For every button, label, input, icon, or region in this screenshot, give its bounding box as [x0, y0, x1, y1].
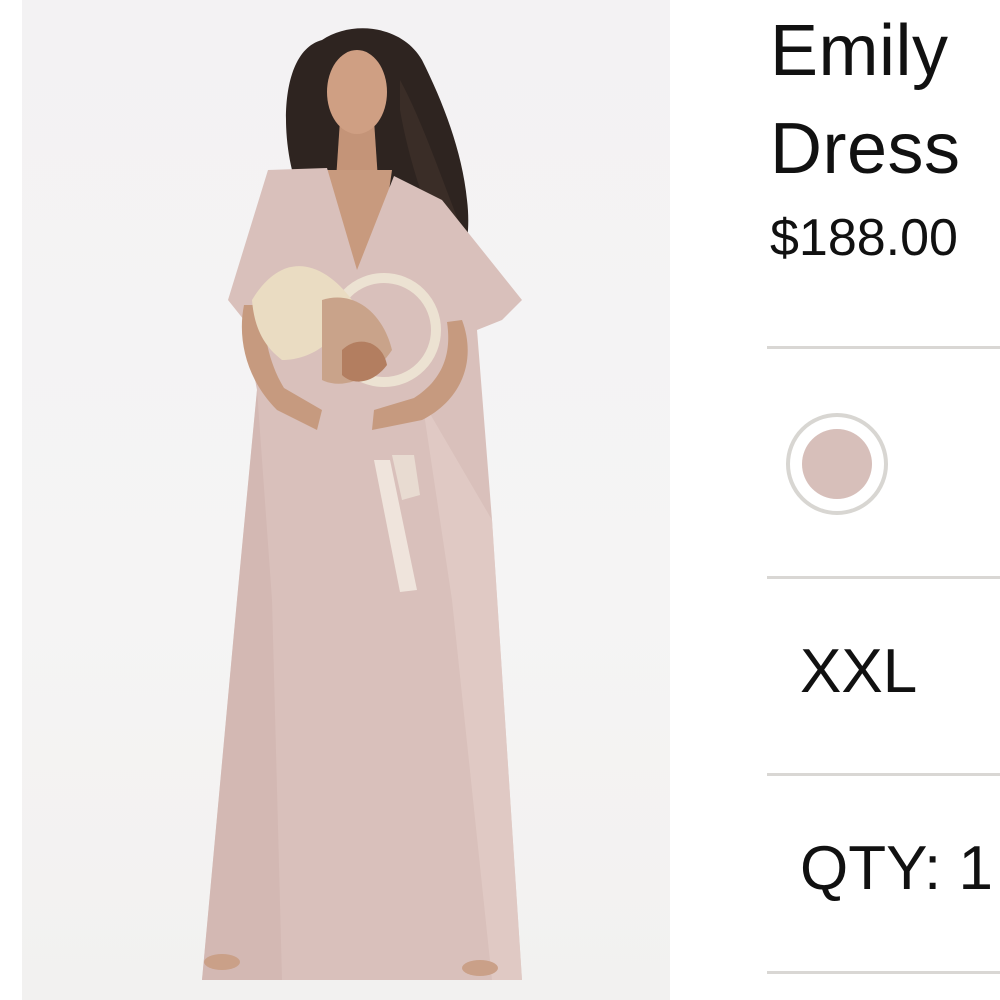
product-photo[interactable] [22, 0, 670, 1000]
divider [767, 576, 1000, 579]
product-details-panel: Emily Dress $188.00 XXL QTY: 1 [700, 0, 1000, 1000]
product-title: Emily Dress [770, 2, 961, 198]
color-swatch-fill [802, 429, 872, 499]
color-swatch-selected[interactable] [786, 413, 888, 515]
divider [767, 971, 1000, 974]
divider [767, 346, 1000, 349]
size-selector[interactable]: XXL [800, 636, 917, 707]
model-illustration [202, 28, 522, 980]
product-title-line-1: Emily [770, 11, 949, 91]
product-price: $188.00 [770, 209, 958, 267]
product-title-line-2: Dress [770, 109, 961, 189]
divider [767, 773, 1000, 776]
quantity-selector[interactable]: QTY: 1 [800, 833, 993, 904]
